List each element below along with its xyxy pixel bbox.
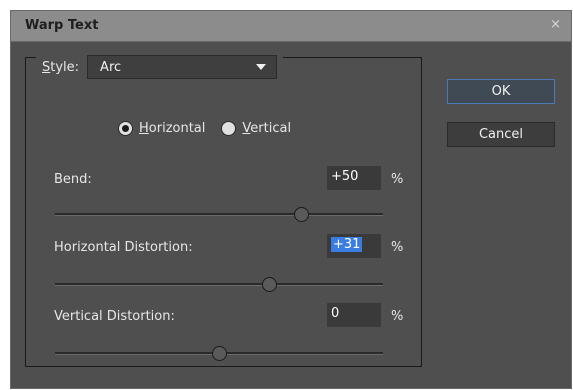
horizontal-mnemonic: H bbox=[139, 121, 149, 136]
ok-button[interactable]: OK bbox=[447, 79, 555, 104]
vertical-radio-label: Vertical bbox=[242, 121, 291, 136]
style-dropdown[interactable]: Arc bbox=[87, 55, 278, 79]
dialog-title: Warp Text bbox=[25, 18, 99, 33]
orientation-radio-group: Horizontal Vertical bbox=[118, 121, 307, 136]
bend-slider-track[interactable] bbox=[55, 213, 383, 216]
horizontal-radio-circle[interactable] bbox=[118, 121, 133, 136]
horizontal-distortion-value-field[interactable]: +31 bbox=[327, 234, 381, 258]
close-icon[interactable]: × bbox=[550, 17, 561, 32]
horizontal-distortion-slider-track[interactable] bbox=[55, 283, 383, 286]
cancel-button[interactable]: Cancel bbox=[447, 122, 555, 147]
vertical-distortion-value: 0 bbox=[331, 306, 340, 321]
horizontal-label-rest: orizontal bbox=[148, 121, 206, 136]
vertical-distortion-slider-thumb[interactable] bbox=[211, 346, 227, 361]
vertical-radio-circle[interactable] bbox=[221, 121, 237, 136]
chevron-down-icon bbox=[256, 64, 267, 70]
style-dropdown-value: Arc bbox=[100, 59, 122, 75]
vertical-distortion-percent-unit: % bbox=[391, 309, 404, 324]
bend-value: +50 bbox=[331, 169, 359, 184]
title-bar[interactable]: Warp Text × bbox=[11, 11, 571, 42]
vertical-radio[interactable]: Vertical bbox=[221, 121, 291, 136]
vertical-distortion-value-field[interactable]: 0 bbox=[327, 303, 381, 327]
horizontal-distortion-label: Horizontal Distortion: bbox=[54, 240, 193, 255]
bend-slider-thumb[interactable] bbox=[293, 207, 309, 222]
style-label: Style: bbox=[42, 60, 79, 75]
bend-percent-unit: % bbox=[391, 172, 404, 187]
horizontal-distortion-percent-unit: % bbox=[391, 240, 404, 255]
horizontal-radio[interactable]: Horizontal bbox=[118, 121, 205, 136]
vertical-label-rest: ertical bbox=[250, 121, 292, 136]
bend-label: Bend: bbox=[54, 172, 92, 187]
horizontal-distortion-value: +31 bbox=[331, 237, 363, 252]
style-row: Style: Arc bbox=[36, 52, 284, 82]
horizontal-radio-label: Horizontal bbox=[139, 121, 205, 136]
style-label-rest: tyle: bbox=[50, 59, 80, 75]
bend-value-field[interactable]: +50 bbox=[327, 166, 381, 190]
vertical-distortion-label: Vertical Distortion: bbox=[54, 309, 175, 324]
